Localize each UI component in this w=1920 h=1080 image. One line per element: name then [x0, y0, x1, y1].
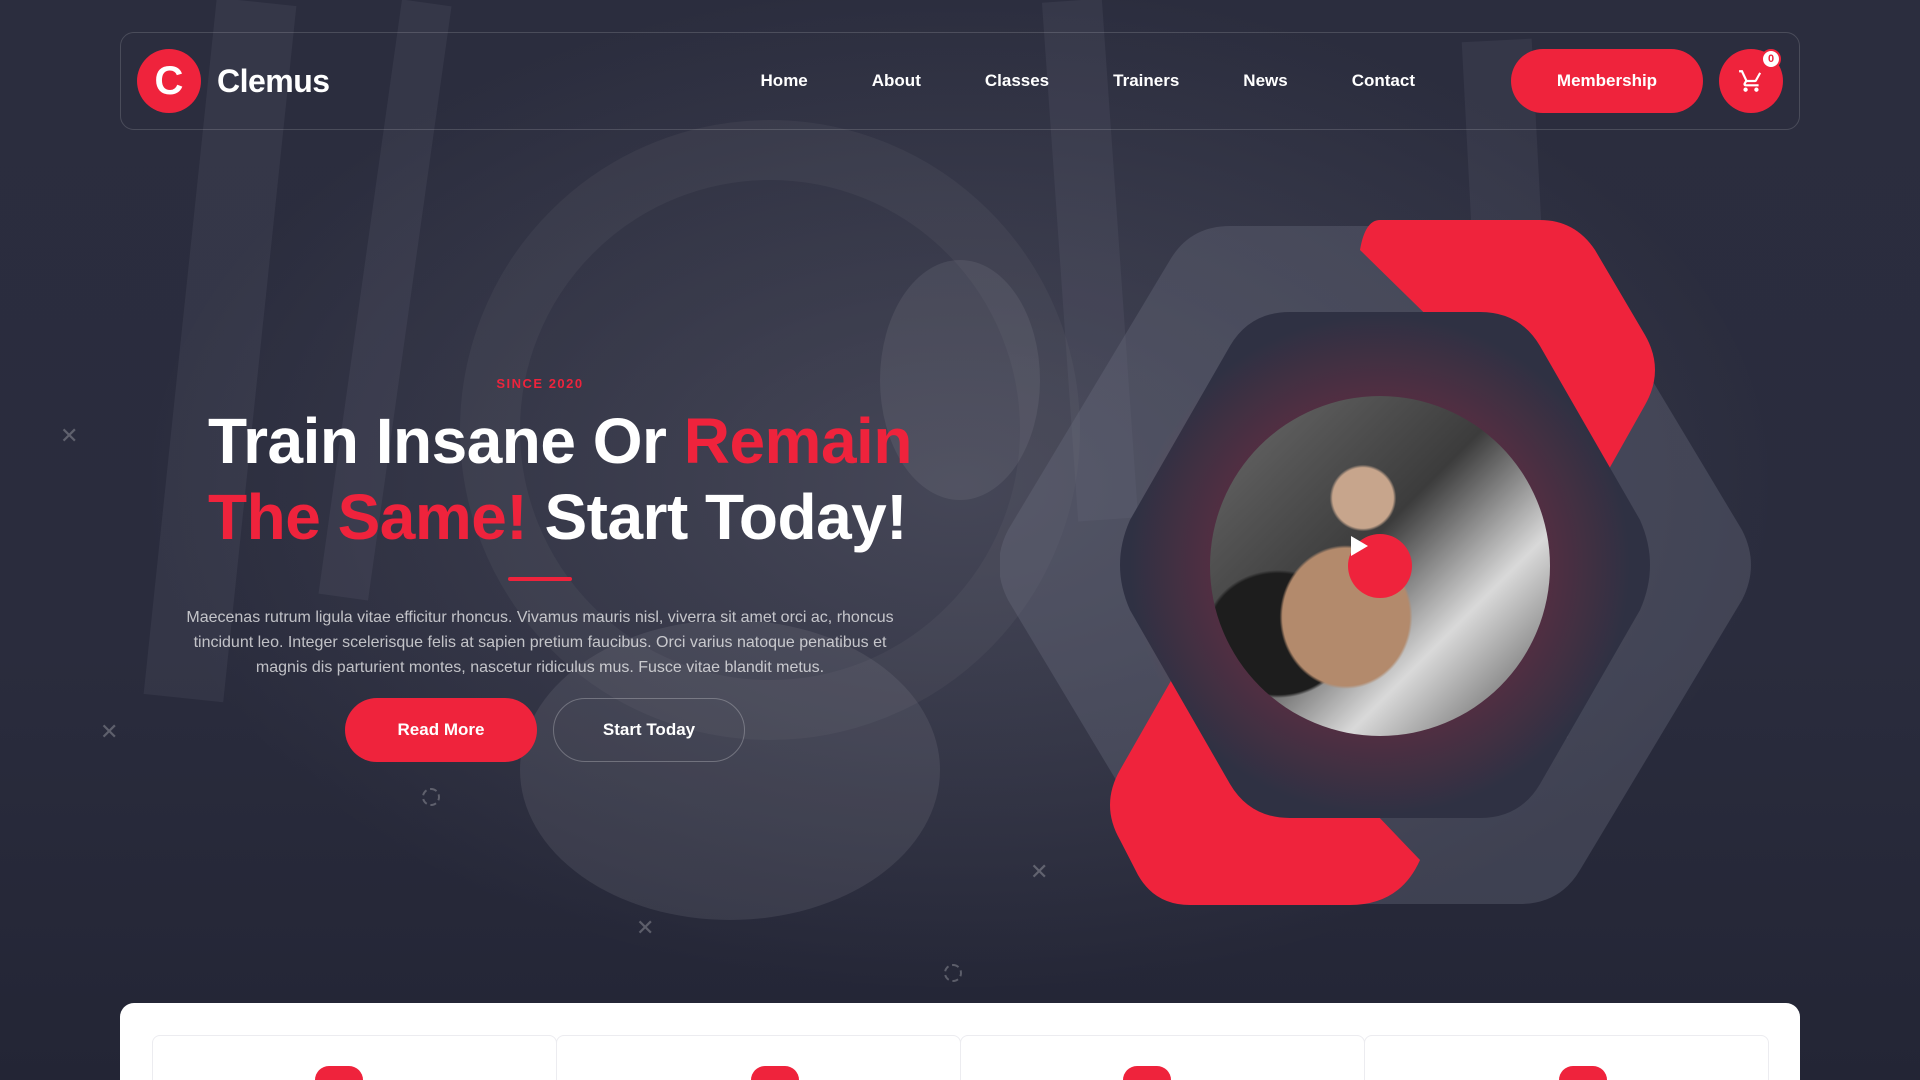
play-icon	[1351, 536, 1368, 556]
feature-item[interactable]	[1364, 1035, 1769, 1080]
headline-text: Start Today!	[527, 481, 908, 553]
logo[interactable]: C Clemus	[137, 49, 330, 113]
hero-visual	[1000, 220, 1760, 920]
headline-highlight: The Same!	[208, 481, 528, 553]
dashed-circle-icon	[944, 964, 962, 982]
cross-icon: ✕	[636, 916, 655, 941]
headline-highlight: Remain	[683, 405, 913, 477]
cross-icon: ✕	[100, 720, 119, 745]
feature-icon	[1122, 1066, 1203, 1080]
site-header: C Clemus Home About Classes Trainers New…	[120, 32, 1800, 130]
feature-item[interactable]	[152, 1035, 557, 1080]
nav-contact[interactable]: Contact	[1320, 71, 1447, 91]
hero-actions: Read More Start Today	[160, 698, 920, 762]
hero-eyebrow: SINCE 2020	[496, 376, 584, 391]
nav-about[interactable]: About	[840, 71, 953, 91]
headline-text: Train Insane Or	[208, 405, 684, 477]
cart-count-badge: 0	[1761, 49, 1781, 69]
feature-icon	[1526, 1066, 1607, 1080]
cross-icon: ✕	[60, 424, 79, 449]
nav-home[interactable]: Home	[729, 71, 840, 91]
read-more-button[interactable]: Read More	[345, 698, 537, 762]
cart-button[interactable]: 0	[1719, 49, 1783, 113]
headline-divider	[508, 577, 572, 581]
hero-description: Maecenas rutrum ligula vitae efficitur r…	[186, 609, 894, 676]
nav-trainers[interactable]: Trainers	[1081, 71, 1211, 91]
logo-mark: C	[137, 49, 201, 113]
membership-button[interactable]: Membership	[1511, 49, 1703, 113]
feature-item[interactable]	[556, 1035, 961, 1080]
main-nav: Home About Classes Trainers News Contact	[729, 71, 1447, 91]
features-card	[120, 1003, 1800, 1080]
hero-content: SINCE 2020 Train Insane Or Remain The Sa…	[160, 376, 920, 762]
brand-name: Clemus	[217, 62, 330, 99]
feature-item[interactable]	[960, 1035, 1365, 1080]
cart-icon	[1739, 70, 1762, 92]
hero-headline: Train Insane Or Remain The Same! Start T…	[160, 403, 920, 555]
nav-classes[interactable]: Classes	[953, 71, 1081, 91]
feature-icon	[314, 1066, 395, 1080]
play-video-button[interactable]	[1348, 534, 1412, 598]
dashed-circle-icon	[422, 788, 440, 806]
feature-icon	[718, 1066, 799, 1080]
start-today-button[interactable]: Start Today	[553, 698, 745, 762]
nav-news[interactable]: News	[1211, 71, 1319, 91]
